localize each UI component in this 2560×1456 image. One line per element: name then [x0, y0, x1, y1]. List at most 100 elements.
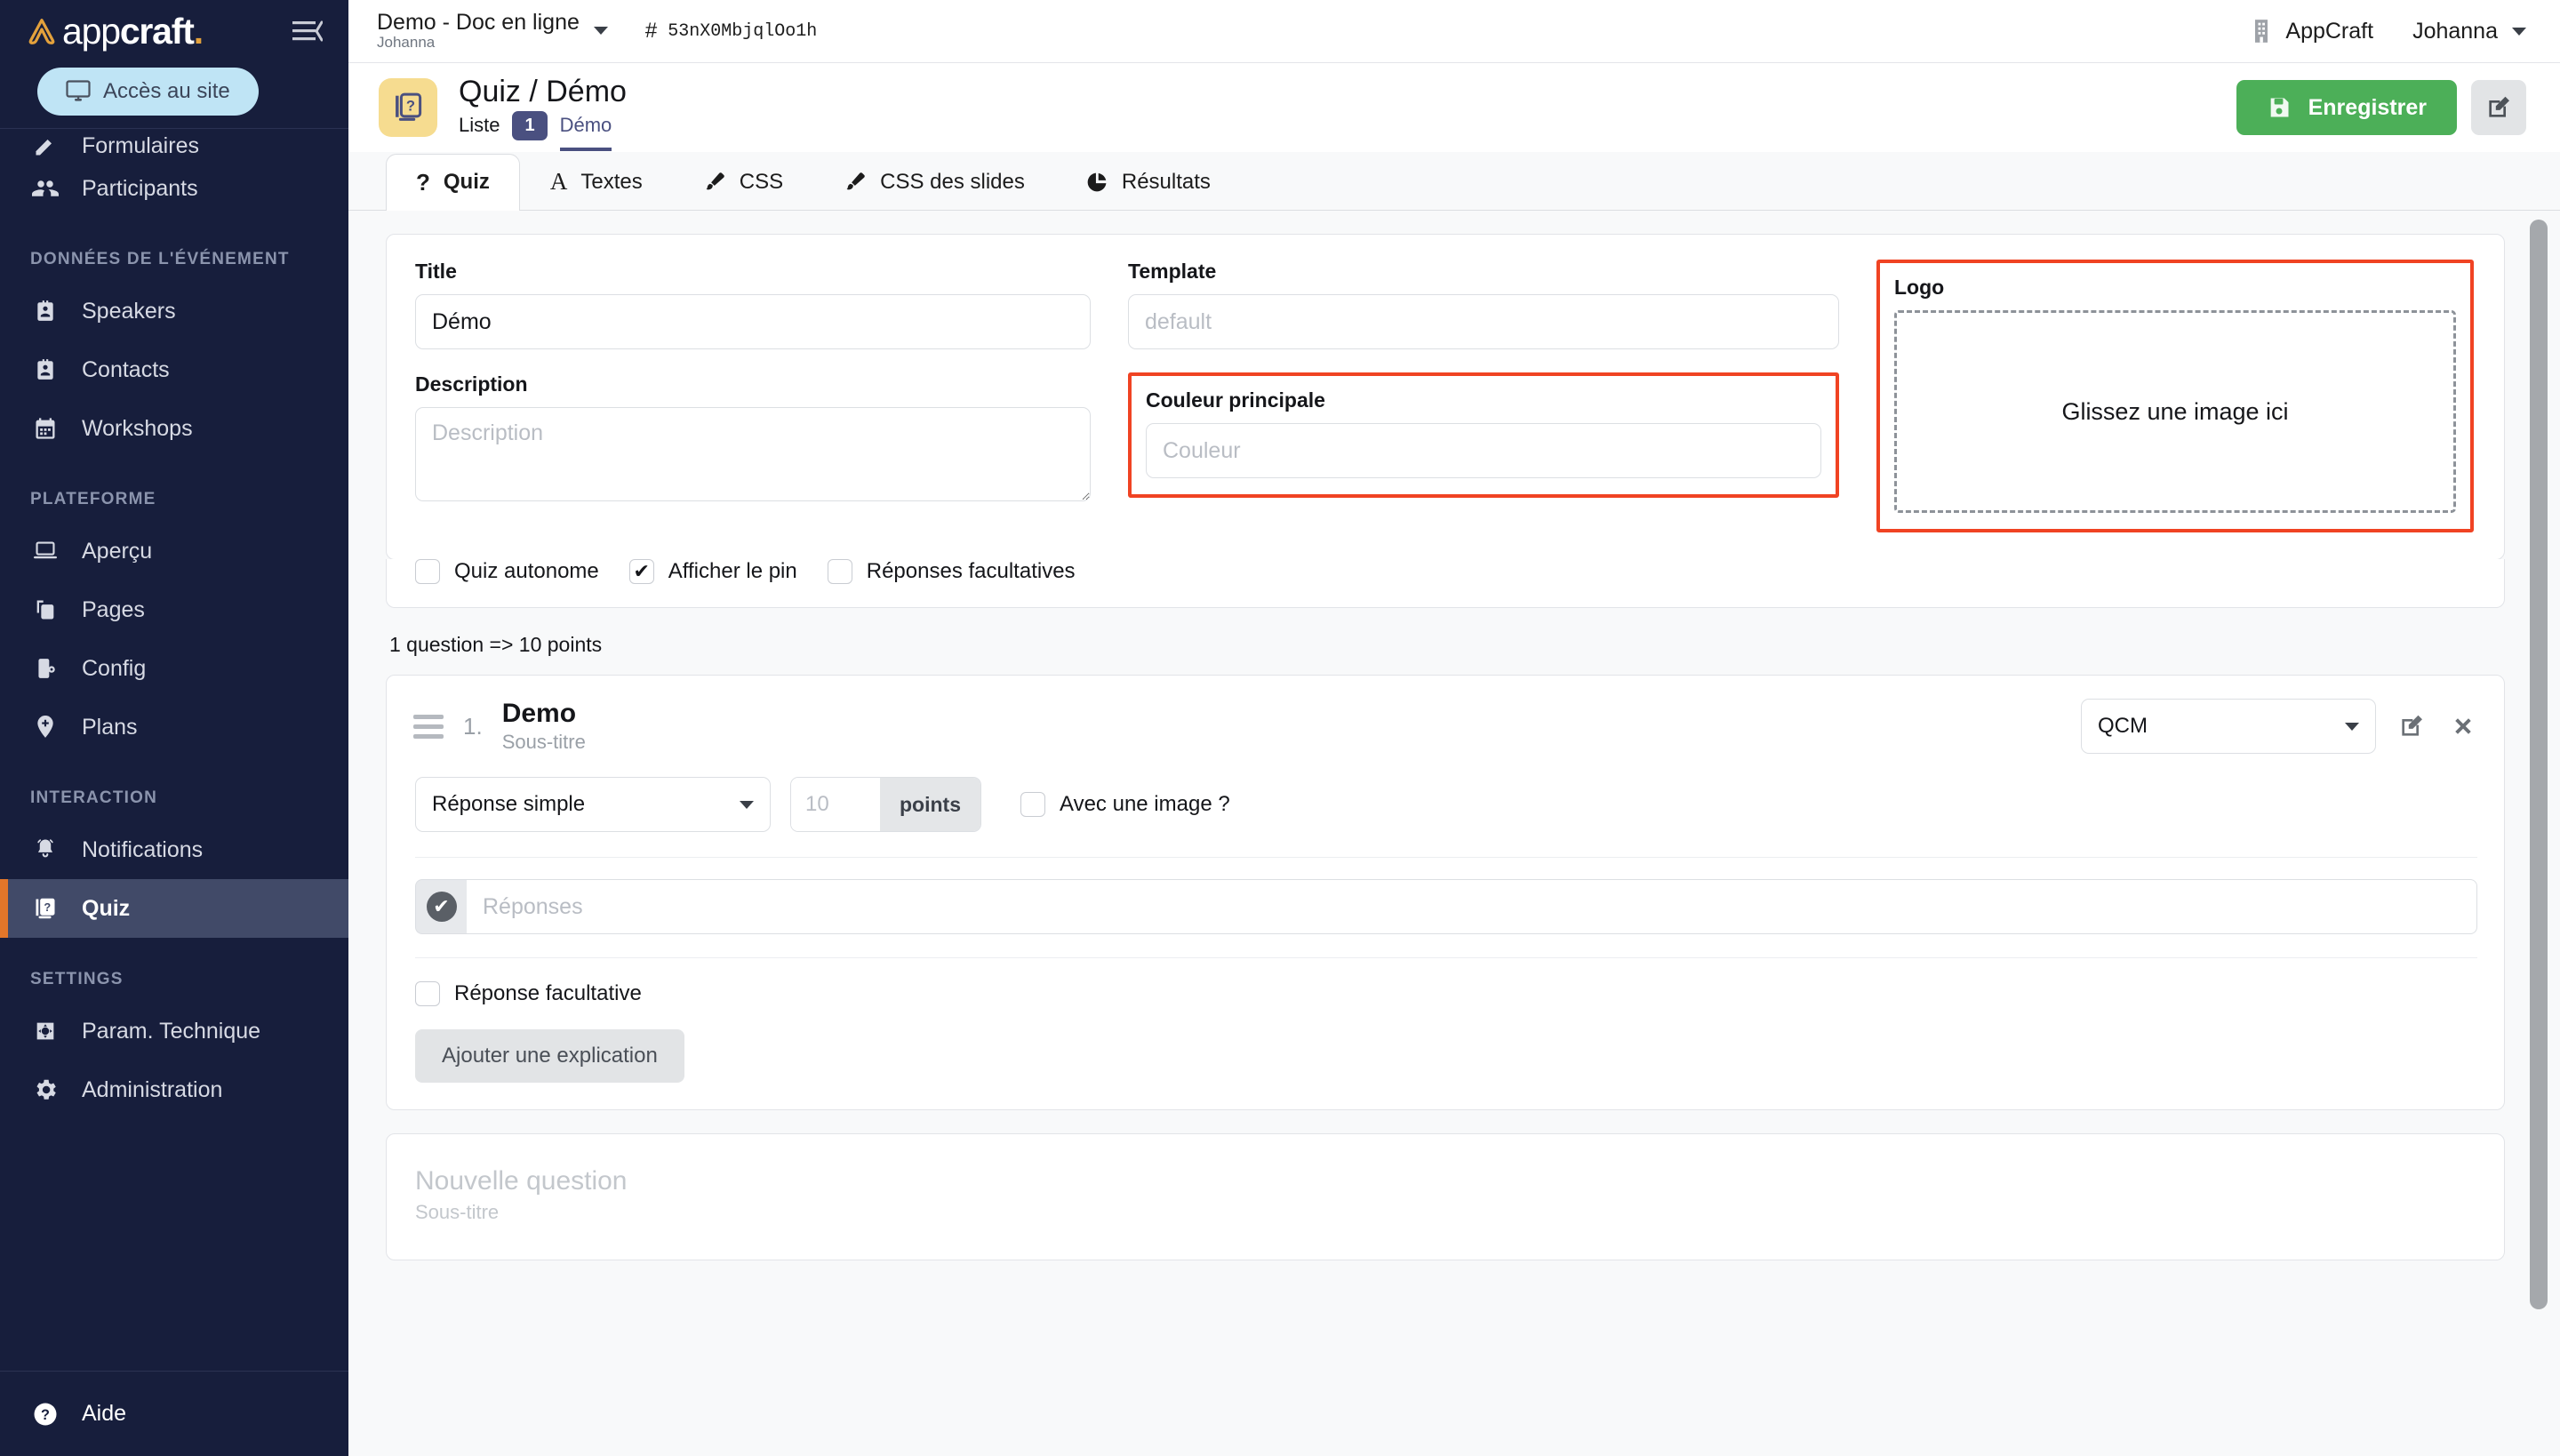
laptop-icon — [32, 538, 59, 564]
badge-person-icon — [32, 298, 59, 324]
points-input[interactable] — [791, 778, 880, 831]
question-subtitle[interactable]: Sous-titre — [502, 731, 586, 754]
checkbox-label: Réponse facultative — [454, 981, 642, 1006]
couleur-principale-input[interactable] — [1146, 423, 1821, 478]
collapse-menu-icon[interactable] — [290, 13, 325, 49]
edit-page-button[interactable] — [2471, 80, 2526, 135]
tab-textes[interactable]: A Textes — [520, 153, 673, 210]
pencil-icon — [32, 132, 59, 159]
answer-correct-toggle[interactable]: ✔ — [415, 879, 467, 934]
sidebar-item-formulaires[interactable]: Formulaires — [0, 129, 348, 159]
organization-name: AppCraft — [2285, 19, 2373, 44]
tab-css[interactable]: CSS — [673, 153, 813, 210]
site-access-button[interactable]: Accès au site — [37, 68, 259, 116]
sidebar-nav: Formulaires Participants DONNÉES DE L'ÉV… — [0, 128, 348, 1371]
checkbox-box-checked: ✔ — [629, 559, 654, 584]
breadcrumb-liste[interactable]: Liste — [459, 114, 500, 137]
checkbox-label: Quiz autonome — [454, 559, 599, 584]
sidebar-item-pages[interactable]: Pages — [0, 580, 348, 639]
template-label: Template — [1128, 260, 1839, 284]
answers-section: ✔ — [415, 857, 2477, 957]
breadcrumb-current[interactable]: Démo — [560, 114, 612, 151]
description-field: Description — [415, 372, 1091, 506]
page-header: ? Quiz / Démo Liste 1 Démo Enregistrer — [348, 63, 2560, 152]
sidebar-item-label: Quiz — [82, 896, 130, 922]
collapse-menu-glyph — [292, 20, 323, 43]
sidebar-item-label: Administration — [82, 1077, 222, 1103]
checkbox-quiz-autonome[interactable]: Quiz autonome — [415, 559, 599, 584]
question-title[interactable]: Demo — [502, 699, 586, 728]
breadcrumb: Liste 1 Démo — [459, 111, 627, 140]
content-scrollbar[interactable] — [2530, 220, 2548, 1329]
answer-mode-select[interactable]: Réponse simple — [415, 777, 771, 832]
checkbox-reponses-facultatives[interactable]: Réponses facultatives — [828, 559, 1076, 584]
page-header-actions: Enregistrer — [2236, 80, 2526, 135]
svg-text:?: ? — [41, 1406, 50, 1422]
checkbox-afficher-le-pin[interactable]: ✔ Afficher le pin — [629, 559, 797, 584]
template-input[interactable] — [1128, 294, 1839, 349]
save-button[interactable]: Enregistrer — [2236, 80, 2457, 135]
sidebar-item-label: Param. Technique — [82, 1019, 260, 1044]
description-input[interactable] — [415, 407, 1091, 501]
sidebar-item-label: Notifications — [82, 837, 203, 863]
sidebar-item-label: Config — [82, 656, 146, 682]
content-inner: Title Description Template Couleur princ… — [348, 234, 2560, 1260]
sidebar-item-contacts[interactable]: Contacts — [0, 340, 348, 399]
breadcrumb-count-badge[interactable]: 1 — [512, 111, 547, 140]
sidebar-item-param-technique[interactable]: Param. Technique — [0, 1002, 348, 1060]
logo-dropzone[interactable]: Glissez une image ici — [1894, 310, 2456, 513]
event-selector[interactable]: Demo - Doc en ligne Johanna — [377, 11, 608, 51]
logo-label: Logo — [1894, 276, 2456, 300]
sidebar-item-administration[interactable]: Administration — [0, 1060, 348, 1119]
tab-css-des-slides[interactable]: CSS des slides — [813, 153, 1055, 210]
title-input[interactable] — [415, 294, 1091, 349]
content-scrollbar-thumb[interactable] — [2530, 220, 2548, 1309]
new-question-card[interactable]: Nouvelle question Sous-titre — [386, 1133, 2505, 1260]
question-header-actions: QCM — [2081, 699, 2479, 754]
question-edit-button[interactable] — [2396, 710, 2428, 742]
points-summary: 1 question => 10 points — [389, 633, 2505, 657]
calendar-icon — [32, 415, 59, 442]
checkbox-avec-une-image[interactable]: Avec une image ? — [1020, 792, 1230, 817]
quiz-options-row-card: Quiz autonome ✔ Afficher le pin Réponses… — [386, 559, 2505, 608]
main-region: Demo - Doc en ligne Johanna # 53nX0Mbjql… — [348, 0, 2560, 1456]
sidebar-item-quiz[interactable]: ? Quiz — [0, 879, 348, 938]
tab-resultats[interactable]: Résultats — [1055, 153, 1241, 210]
sidebar-item-plans[interactable]: Plans — [0, 698, 348, 756]
pie-chart-icon — [1085, 171, 1108, 194]
organization-selector[interactable]: AppCraft — [2251, 19, 2373, 44]
page-header-texts: Quiz / Démo Liste 1 Démo — [459, 75, 627, 140]
question-delete-button[interactable] — [2447, 710, 2479, 742]
sidebar-item-participants[interactable]: Participants — [0, 159, 348, 218]
logo-dropzone-text: Glissez une image ici — [2061, 398, 2288, 426]
answer-mode-value: Réponse simple — [432, 792, 585, 817]
settings-column-middle: Template Couleur principale — [1128, 260, 1839, 532]
sidebar-item-apercu[interactable]: Aperçu — [0, 522, 348, 580]
add-explanation-button[interactable]: Ajouter une explication — [415, 1029, 684, 1083]
quiz-settings-card: Title Description Template Couleur princ… — [386, 234, 2505, 560]
checkbox-reponse-facultative[interactable]: Réponse facultative — [415, 981, 2477, 1006]
user-menu[interactable]: Johanna — [2412, 19, 2526, 44]
sidebar-item-label: Pages — [82, 597, 145, 623]
appcraft-logo[interactable]: appcraft. — [25, 13, 203, 50]
sidebar-item-speakers[interactable]: Speakers — [0, 282, 348, 340]
tab-quiz[interactable]: ? Quiz — [386, 154, 520, 211]
title-label: Title — [415, 260, 1091, 284]
sidebar-item-config[interactable]: Config — [0, 639, 348, 698]
description-label: Description — [415, 372, 1091, 396]
sidebar-item-notifications[interactable]: Notifications — [0, 820, 348, 879]
copy-pages-icon — [32, 596, 59, 623]
hash-icon: # — [645, 19, 657, 44]
answer-input[interactable] — [467, 879, 2477, 934]
quiz-options-checkboxes: Quiz autonome ✔ Afficher le pin Réponses… — [415, 559, 2474, 584]
sidebar-item-aide[interactable]: ? Aide — [0, 1371, 348, 1456]
event-code[interactable]: # 53nX0MbjqlOo1h — [645, 19, 817, 44]
question-number: 1. — [463, 713, 483, 740]
question-type-select[interactable]: QCM — [2081, 699, 2376, 754]
checkbox-box — [415, 981, 440, 1006]
drag-handle-icon[interactable] — [413, 711, 444, 741]
phone-settings-icon — [32, 655, 59, 682]
sidebar-item-workshops[interactable]: Workshops — [0, 399, 348, 458]
question-body: Réponse simple points Avec une image ? — [387, 777, 2504, 1109]
answer-row: ✔ — [415, 879, 2477, 934]
